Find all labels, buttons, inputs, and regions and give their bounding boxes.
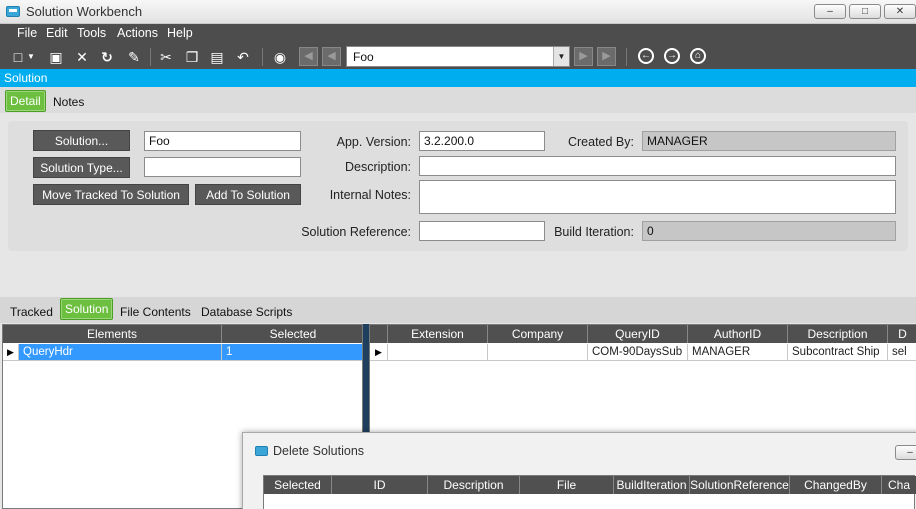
- table-cell[interactable]: 1: [222, 344, 362, 361]
- top-tabstrip: Detail Notes: [0, 87, 916, 113]
- table-cell[interactable]: MANAGER: [688, 344, 788, 361]
- record-selector[interactable]: Foo ▼: [346, 46, 570, 67]
- new-icon[interactable]: □: [8, 47, 28, 67]
- column-header-file[interactable]: File: [520, 476, 614, 494]
- app-version-field[interactable]: 3.2.200.0: [419, 131, 545, 151]
- app-version-label: App. Version:: [336, 135, 411, 149]
- solution-type-button[interactable]: Solution Type...: [33, 157, 130, 178]
- internal-notes-label: Internal Notes:: [329, 188, 411, 202]
- table-cell[interactable]: QueryHdr: [19, 344, 222, 361]
- menu-help[interactable]: Help: [167, 26, 193, 40]
- created-by-label: Created By:: [567, 135, 634, 149]
- table-cell[interactable]: Subcontract Ship: [788, 344, 888, 361]
- toolbar-separator: [626, 48, 627, 66]
- tab-database-scripts[interactable]: Database Scripts: [197, 305, 296, 319]
- table-cell[interactable]: [388, 344, 488, 361]
- maximize-button[interactable]: □: [849, 4, 881, 19]
- dialog-grid: Selected ID Description File BuildIterat…: [263, 475, 916, 509]
- table-cell[interactable]: [488, 344, 588, 361]
- toolbar-separator: [150, 48, 151, 66]
- build-iteration-field: 0: [642, 221, 896, 241]
- tab-file-contents[interactable]: File Contents: [116, 305, 195, 319]
- close-button[interactable]: ✕: [884, 4, 916, 19]
- solution-button[interactable]: Solution...: [33, 130, 130, 151]
- new-dropdown-icon[interactable]: ▼: [26, 47, 36, 67]
- description-label: Description:: [345, 160, 411, 174]
- table-cell[interactable]: COM-90DaysSub: [588, 344, 688, 361]
- next-record-icon: ▶: [574, 47, 593, 66]
- elements-grid-header: Elements Selected: [3, 325, 362, 343]
- chevron-down-icon[interactable]: ▼: [553, 47, 569, 66]
- menu-edit[interactable]: Edit: [46, 26, 68, 40]
- tab-detail[interactable]: Detail: [5, 90, 46, 112]
- move-tracked-to-solution-button[interactable]: Move Tracked To Solution: [33, 184, 189, 205]
- dialog-app-icon: [255, 446, 268, 456]
- tab-solution[interactable]: Solution: [60, 298, 114, 320]
- description-field[interactable]: [419, 156, 896, 176]
- app-icon: [6, 6, 20, 17]
- column-header-description[interactable]: Description: [788, 325, 888, 343]
- column-header-id[interactable]: ID: [332, 476, 428, 494]
- undo-icon[interactable]: ↶: [233, 47, 253, 67]
- column-header-authorid[interactable]: AuthorID: [688, 325, 788, 343]
- previous-record-icon: ◀: [322, 47, 341, 66]
- column-header-changedby[interactable]: ChangedBy: [790, 476, 882, 494]
- column-header-selected[interactable]: Selected: [222, 325, 362, 343]
- menu-actions[interactable]: Actions: [117, 26, 158, 40]
- clear-icon[interactable]: ✎: [124, 47, 144, 67]
- column-header-indicator: [370, 325, 388, 343]
- solution-reference-label: Solution Reference:: [301, 225, 411, 239]
- dialog-title: Delete Solutions: [273, 444, 365, 458]
- last-record-icon: ▶: [597, 47, 616, 66]
- build-iteration-label: Build Iteration:: [554, 225, 634, 239]
- solution-detail-grid-header: Extension Company QueryID AuthorID Descr…: [370, 325, 916, 343]
- dialog-grid-header: Selected ID Description File BuildIterat…: [264, 476, 916, 494]
- created-by-field: MANAGER: [642, 131, 896, 151]
- toolbar-separator: [262, 48, 263, 66]
- window-title: Solution Workbench: [26, 4, 143, 19]
- row-indicator-icon: ▶: [370, 344, 388, 361]
- minimize-button[interactable]: –: [814, 4, 846, 19]
- save-icon[interactable]: ▣: [46, 47, 66, 67]
- back-icon[interactable]: ←: [638, 48, 654, 64]
- record-selector-value: Foo: [353, 50, 374, 64]
- section-title: Solution: [4, 71, 48, 85]
- solution-type-field[interactable]: [144, 157, 301, 177]
- cut-icon[interactable]: ✂: [156, 47, 176, 67]
- menu-file[interactable]: File: [17, 26, 37, 40]
- internal-notes-field[interactable]: [419, 180, 896, 214]
- delete-solutions-dialog: Delete Solutions – Selected ID Descripti…: [242, 432, 916, 509]
- row-indicator-icon: ▶: [3, 344, 19, 361]
- column-header-elements[interactable]: Elements: [3, 325, 222, 343]
- home-icon[interactable]: ⌂: [690, 48, 706, 64]
- menu-bar: File Edit Tools Actions Help: [0, 24, 916, 44]
- add-to-solution-button[interactable]: Add To Solution: [195, 184, 301, 205]
- dialog-minimize-button[interactable]: –: [895, 445, 916, 460]
- section-bar: Solution: [0, 69, 916, 87]
- solution-field[interactable]: Foo: [144, 131, 301, 151]
- column-header-builditeration[interactable]: BuildIteration: [614, 476, 690, 494]
- delete-icon[interactable]: ✕: [72, 47, 92, 67]
- column-header-d[interactable]: D: [888, 325, 916, 343]
- menu-tools[interactable]: Tools: [77, 26, 106, 40]
- forward-icon[interactable]: →: [664, 48, 680, 64]
- tab-tracked[interactable]: Tracked: [6, 305, 57, 319]
- column-header-changed[interactable]: Cha: [882, 476, 916, 494]
- column-header-selected[interactable]: Selected: [264, 476, 332, 494]
- window-titlebar: Solution Workbench – □ ✕: [0, 0, 916, 24]
- lower-tabstrip: Tracked Solution File Contents Database …: [0, 297, 916, 323]
- column-header-description[interactable]: Description: [428, 476, 520, 494]
- column-header-solutionreference[interactable]: SolutionReference: [690, 476, 790, 494]
- column-header-extension[interactable]: Extension: [388, 325, 488, 343]
- solution-reference-field[interactable]: [419, 221, 545, 241]
- search-icon[interactable]: ◉: [270, 47, 290, 67]
- table-cell[interactable]: sel: [888, 344, 916, 361]
- refresh-icon[interactable]: ↻: [97, 47, 117, 67]
- column-header-company[interactable]: Company: [488, 325, 588, 343]
- first-record-icon: ◀: [299, 47, 318, 66]
- column-header-queryid[interactable]: QueryID: [588, 325, 688, 343]
- paste-icon[interactable]: ▤: [207, 47, 227, 67]
- copy-icon[interactable]: ❐: [182, 47, 202, 67]
- tab-notes[interactable]: Notes: [49, 95, 88, 109]
